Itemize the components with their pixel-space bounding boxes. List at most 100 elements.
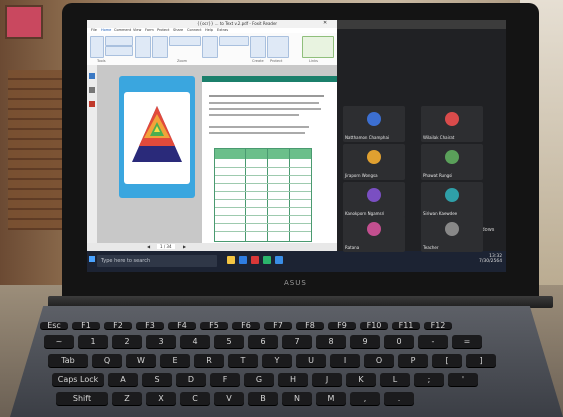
key[interactable]: Q xyxy=(92,354,122,367)
actual-size-button[interactable] xyxy=(135,36,151,58)
zoom-dropdown[interactable] xyxy=(169,36,201,46)
key[interactable]: Y xyxy=(262,354,292,367)
key[interactable]: 3 xyxy=(146,335,176,348)
key[interactable]: T xyxy=(228,354,258,367)
comments-icon[interactable] xyxy=(89,101,95,107)
tab-home[interactable]: Home xyxy=(101,28,111,32)
key[interactable]: ~ xyxy=(44,335,74,348)
foxit-icon[interactable] xyxy=(251,256,259,264)
edge-icon[interactable] xyxy=(239,256,247,264)
key[interactable]: F3 xyxy=(136,321,164,330)
links-button[interactable] xyxy=(302,36,334,58)
key[interactable]: F5 xyxy=(200,321,228,330)
key[interactable]: ' xyxy=(448,373,478,386)
select-text-button[interactable] xyxy=(105,36,133,46)
key[interactable]: G xyxy=(244,373,274,386)
key[interactable]: A xyxy=(108,373,138,386)
tab-form[interactable]: Form xyxy=(145,28,154,32)
key[interactable]: R xyxy=(194,354,224,367)
key[interactable]: F6 xyxy=(232,321,260,330)
key[interactable]: 2 xyxy=(112,335,142,348)
windows-start-icon[interactable] xyxy=(89,256,95,262)
key[interactable]: 9 xyxy=(350,335,380,348)
key[interactable]: Shift xyxy=(56,392,108,405)
hand-tool-button[interactable] xyxy=(90,36,104,58)
rotate-right-button[interactable] xyxy=(219,36,249,46)
key[interactable]: ; xyxy=(414,373,444,386)
key[interactable]: - xyxy=(418,335,448,348)
key[interactable]: E xyxy=(160,354,190,367)
tab-protect[interactable]: Protect xyxy=(157,28,169,32)
tab-share[interactable]: Share xyxy=(173,28,183,32)
key[interactable]: I xyxy=(330,354,360,367)
key[interactable]: O xyxy=(364,354,394,367)
key[interactable]: F8 xyxy=(296,321,324,330)
key[interactable]: D xyxy=(176,373,206,386)
key[interactable]: Caps Lock xyxy=(52,373,104,386)
key[interactable]: M xyxy=(316,392,346,405)
key[interactable]: 8 xyxy=(316,335,346,348)
tab-connect[interactable]: Connect xyxy=(187,28,201,32)
key[interactable]: N xyxy=(282,392,312,405)
tab-view[interactable]: View xyxy=(133,28,141,32)
key[interactable]: X xyxy=(146,392,176,405)
participant-tile[interactable]: Natthamon Champhai xyxy=(343,106,405,142)
key[interactable]: , xyxy=(350,392,380,405)
key[interactable]: F12 xyxy=(424,321,452,330)
participant-tile[interactable]: Jiraporn Wongsa xyxy=(343,144,405,180)
key[interactable]: P xyxy=(398,354,428,367)
participant-tile[interactable]: Kanokporn Ngamsri xyxy=(343,182,405,218)
key[interactable]: [ xyxy=(432,354,462,367)
key[interactable]: 5 xyxy=(214,335,244,348)
tab-extras[interactable]: Extras xyxy=(217,28,228,32)
key[interactable]: Esc xyxy=(40,321,68,330)
bookmarks-icon[interactable] xyxy=(89,73,95,79)
key[interactable]: F7 xyxy=(264,321,292,330)
create-pdf-button[interactable] xyxy=(250,36,266,58)
pages-icon[interactable] xyxy=(89,87,95,93)
key[interactable]: H xyxy=(278,373,308,386)
key[interactable]: F10 xyxy=(360,321,388,330)
key[interactable]: W xyxy=(126,354,156,367)
participant-tile[interactable]: Siriwan Kaewdee xyxy=(421,182,483,218)
tab-file[interactable]: File xyxy=(91,28,97,32)
key[interactable]: K xyxy=(346,373,376,386)
close-icon[interactable]: ✕ xyxy=(323,20,327,26)
prev-page-icon[interactable]: ◀ xyxy=(147,244,150,249)
navigation-pane[interactable] xyxy=(87,65,97,243)
key[interactable]: F9 xyxy=(328,321,356,330)
rotate-left-button[interactable] xyxy=(202,36,218,58)
zoom-icon[interactable] xyxy=(275,256,283,264)
key[interactable]: J xyxy=(312,373,342,386)
key[interactable]: 0 xyxy=(384,335,414,348)
key[interactable]: S xyxy=(142,373,172,386)
key[interactable]: C xyxy=(180,392,210,405)
snapshot-button[interactable] xyxy=(105,46,133,56)
key[interactable]: U xyxy=(296,354,326,367)
key[interactable]: 4 xyxy=(180,335,210,348)
chrome-icon[interactable] xyxy=(263,256,271,264)
key[interactable]: F4 xyxy=(168,321,196,330)
next-page-icon[interactable]: ▶ xyxy=(183,244,186,249)
key[interactable]: 7 xyxy=(282,335,312,348)
file-explorer-icon[interactable] xyxy=(227,256,235,264)
participant-tile[interactable]: Teacher xyxy=(421,216,483,252)
taskbar-search-input[interactable]: Type here to search xyxy=(97,255,217,267)
participant-tile[interactable]: Phawat Rungsi xyxy=(421,144,483,180)
key[interactable]: = xyxy=(452,335,482,348)
key[interactable]: F xyxy=(210,373,240,386)
participant-tile[interactable]: Wilailak Chairat xyxy=(421,106,483,142)
key[interactable]: F2 xyxy=(104,321,132,330)
participant-tile[interactable]: Ratana xyxy=(343,216,405,252)
key[interactable]: 1 xyxy=(78,335,108,348)
key[interactable]: ] xyxy=(466,354,496,367)
tab-comment[interactable]: Comment xyxy=(114,28,131,32)
key[interactable]: B xyxy=(248,392,278,405)
tab-help[interactable]: Help xyxy=(205,28,213,32)
key[interactable]: . xyxy=(384,392,414,405)
key[interactable]: F1 xyxy=(72,321,100,330)
key[interactable]: 6 xyxy=(248,335,278,348)
protect-button[interactable] xyxy=(267,36,289,58)
key[interactable]: Z xyxy=(112,392,142,405)
fit-page-button[interactable] xyxy=(152,36,168,58)
